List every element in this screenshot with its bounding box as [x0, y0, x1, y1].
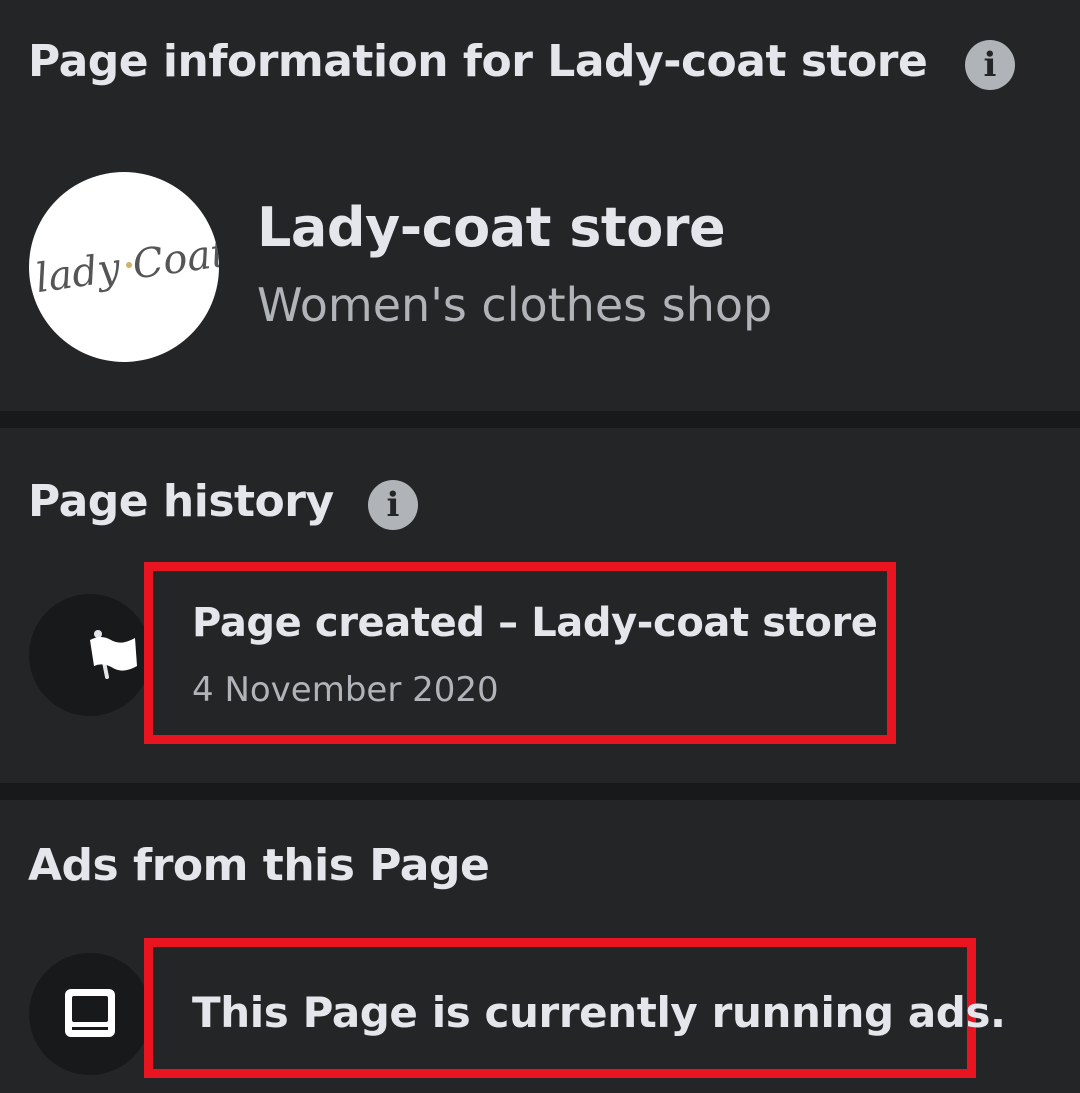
svg-text:lady: lady: [33, 245, 125, 303]
page-created-date: 4 November 2020: [192, 670, 499, 710]
page-category: Women's clothes shop: [257, 278, 773, 332]
ads-running-status: This Page is currently running ads.: [192, 988, 1006, 1037]
page-created-highlight: [144, 562, 896, 744]
lady-coat-logo: lady Coat: [33, 230, 219, 303]
info-icon[interactable]: i: [368, 480, 418, 530]
page-information-heading: Page information for Lady-coat store: [28, 36, 928, 87]
flag-icon: [29, 594, 151, 716]
page-information-section: Page information for Lady-coat store i l…: [0, 0, 1080, 411]
page-name[interactable]: Lady-coat store: [257, 196, 726, 259]
ads-heading: Ads from this Page: [28, 840, 490, 891]
page-created-title: Page created – Lady-coat store: [192, 600, 878, 646]
page-history-heading: Page history: [28, 476, 334, 527]
monitor-icon: [29, 953, 151, 1075]
svg-text:Coat: Coat: [130, 230, 219, 289]
page-logo-avatar[interactable]: lady Coat: [29, 172, 219, 362]
info-icon[interactable]: i: [965, 40, 1015, 90]
